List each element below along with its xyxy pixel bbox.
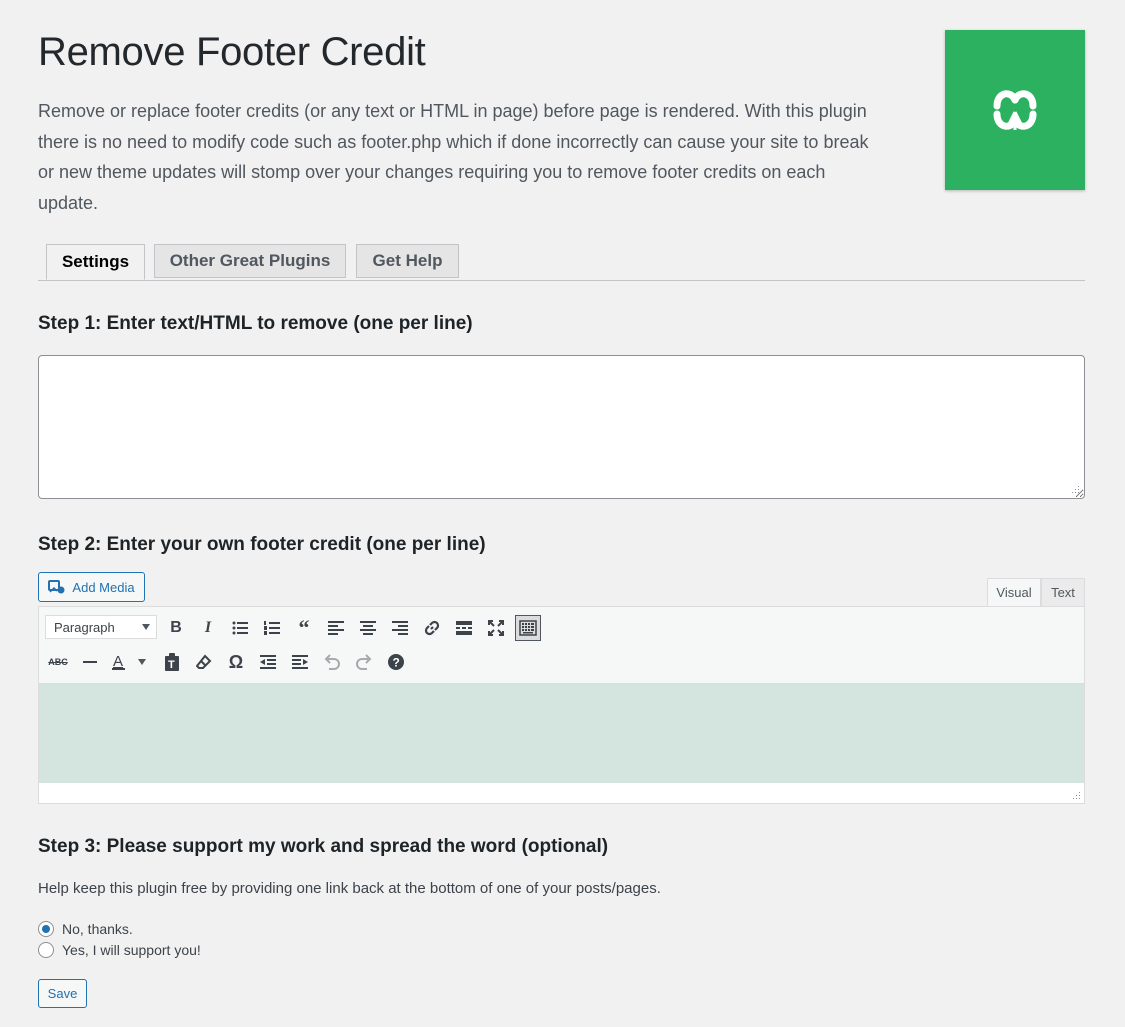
strikethrough-icon[interactable]: ABC bbox=[45, 649, 71, 675]
blockquote-icon[interactable]: “ bbox=[291, 615, 317, 641]
editor-content-area[interactable] bbox=[39, 684, 1084, 783]
horizontal-line-icon[interactable] bbox=[77, 649, 103, 675]
radio-label-yes-support: Yes, I will support you! bbox=[62, 942, 201, 958]
redo-icon[interactable] bbox=[351, 649, 377, 675]
step3-heading: Step 3: Please support my work and sprea… bbox=[38, 836, 609, 857]
editor-toolbar: Paragraph B I “ ABC A T Ω ? bbox=[39, 607, 1084, 684]
numbered-list-icon[interactable] bbox=[259, 615, 285, 641]
editor-tab-visual[interactable]: Visual bbox=[987, 578, 1041, 607]
save-button[interactable]: Save bbox=[38, 979, 87, 1008]
help-icon[interactable]: ? bbox=[383, 649, 409, 675]
radio-no-thanks[interactable]: No, thanks. bbox=[38, 921, 133, 937]
italic-icon[interactable]: I bbox=[195, 615, 221, 641]
toolbar-toggle-icon[interactable] bbox=[515, 615, 541, 641]
add-media-label: Add Media bbox=[72, 579, 135, 595]
bold-icon[interactable]: B bbox=[163, 615, 189, 641]
svg-text:T: T bbox=[168, 659, 175, 671]
footer-credit-editor: Paragraph B I “ ABC A T Ω ? bbox=[38, 606, 1085, 804]
tab-settings[interactable]: Settings bbox=[46, 244, 145, 280]
plugin-logo-icon bbox=[993, 90, 1037, 130]
align-left-icon[interactable] bbox=[323, 615, 349, 641]
outdent-icon[interactable] bbox=[255, 649, 281, 675]
add-media-button[interactable]: Add Media bbox=[38, 572, 145, 602]
step2-heading: Step 2: Enter your own footer credit (on… bbox=[38, 534, 486, 555]
radio-button-unchecked[interactable] bbox=[38, 942, 54, 958]
paste-text-icon[interactable]: T bbox=[159, 649, 185, 675]
special-character-icon[interactable]: Ω bbox=[223, 649, 249, 675]
format-select[interactable]: Paragraph bbox=[45, 615, 157, 639]
add-media-icon bbox=[48, 580, 65, 594]
text-color-dropdown-icon[interactable] bbox=[135, 649, 149, 675]
tab-other-great-plugins[interactable]: Other Great Plugins bbox=[154, 244, 346, 278]
plugin-description: Remove or replace footer credits (or any… bbox=[38, 101, 869, 213]
svg-text:?: ? bbox=[393, 656, 400, 670]
step1-heading: Step 1: Enter text/HTML to remove (one p… bbox=[38, 313, 473, 334]
align-center-icon[interactable] bbox=[355, 615, 381, 641]
radio-yes-support[interactable]: Yes, I will support you! bbox=[38, 942, 201, 958]
undo-icon[interactable] bbox=[319, 649, 345, 675]
read-more-icon[interactable] bbox=[451, 615, 477, 641]
radio-label-no-thanks: No, thanks. bbox=[62, 921, 133, 937]
format-select-value: Paragraph bbox=[54, 619, 115, 635]
textarea-resize-handle-icon[interactable] bbox=[1072, 486, 1080, 494]
chevron-down-icon bbox=[142, 624, 150, 630]
remove-text-textarea[interactable] bbox=[38, 355, 1085, 499]
nav-tabs: Settings Other Great Plugins Get Help bbox=[38, 244, 1085, 281]
fullscreen-icon[interactable] bbox=[483, 615, 509, 641]
bullet-list-icon[interactable] bbox=[227, 615, 253, 641]
link-icon[interactable] bbox=[419, 615, 445, 641]
tab-get-help[interactable]: Get Help bbox=[356, 244, 459, 278]
support-description: Help keep this plugin free by providing … bbox=[38, 880, 661, 897]
page-title: Remove Footer Credit bbox=[38, 30, 426, 74]
resize-handle-icon[interactable] bbox=[1073, 792, 1081, 800]
indent-icon[interactable] bbox=[287, 649, 313, 675]
plugin-logo bbox=[945, 30, 1085, 190]
text-color-icon[interactable]: A bbox=[109, 649, 135, 675]
clear-formatting-icon[interactable] bbox=[191, 649, 217, 675]
align-right-icon[interactable] bbox=[387, 615, 413, 641]
svg-text:A: A bbox=[113, 653, 123, 670]
radio-button-checked[interactable] bbox=[38, 921, 54, 937]
editor-tab-text[interactable]: Text bbox=[1041, 578, 1085, 607]
